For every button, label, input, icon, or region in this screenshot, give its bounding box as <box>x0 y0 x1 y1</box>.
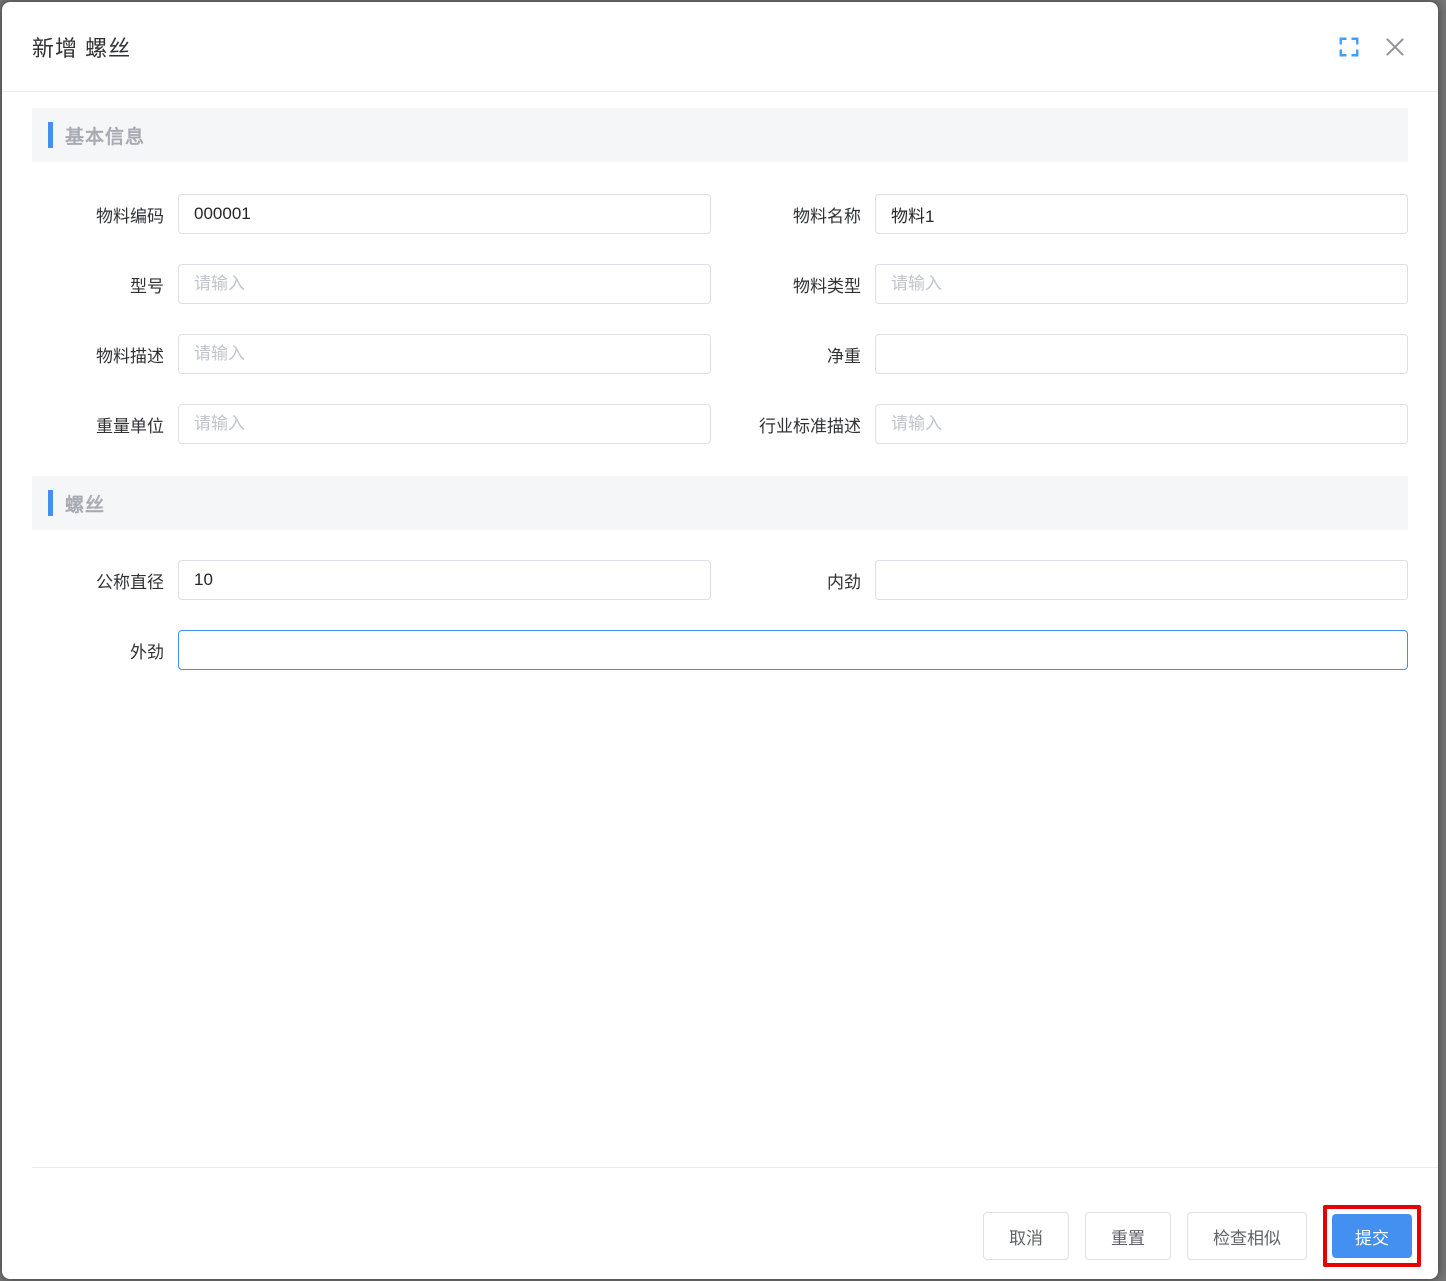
nominal-diameter-input[interactable] <box>178 560 711 600</box>
add-screw-dialog: 新增 螺丝 基本信息 物料编码 000001 物料名称 物料1 型号 请输入 物… <box>2 2 1438 1279</box>
form-item-inner-strength: 内劲 <box>729 560 1408 600</box>
reset-button[interactable]: 重置 <box>1085 1212 1171 1260</box>
form-item-industry-standard-desc: 行业标准描述 <box>729 404 1408 444</box>
header-actions <box>1338 34 1408 60</box>
form-item-net-weight: 净重 <box>729 334 1408 374</box>
outer-strength-input[interactable] <box>178 630 1408 670</box>
fullscreen-icon <box>1338 36 1360 58</box>
net-weight-input[interactable] <box>875 334 1408 374</box>
form-item-nominal-diameter: 公称直径 <box>32 560 711 600</box>
model-input[interactable] <box>178 264 711 304</box>
industry-standard-desc-label: 行业标准描述 <box>759 416 861 436</box>
fullscreen-button[interactable] <box>1338 36 1360 58</box>
form-item-model: 型号 <box>32 264 711 304</box>
form-item-material-name: 物料名称 <box>729 194 1408 234</box>
form-item-outer-strength: 外劲 <box>32 630 1408 670</box>
screw-form: 公称直径 内劲 外劲 <box>32 560 1408 670</box>
outer-strength-label: 外劲 <box>130 642 164 662</box>
dialog-footer: 取消 重置 检查相似 提交 <box>32 1167 1438 1279</box>
inner-strength-label: 内劲 <box>827 572 861 592</box>
submit-annotation-highlight: 提交 <box>1323 1205 1421 1267</box>
nominal-diameter-label: 公称直径 <box>96 572 164 592</box>
model-label: 型号 <box>130 276 164 296</box>
net-weight-label: 净重 <box>827 346 861 366</box>
material-type-label: 物料类型 <box>793 276 861 296</box>
section-screw: 螺丝 <box>32 476 1408 530</box>
material-desc-input[interactable] <box>178 334 711 374</box>
cancel-button[interactable]: 取消 <box>983 1212 1069 1260</box>
section-basic-info: 基本信息 <box>32 108 1408 162</box>
dialog-header: 新增 螺丝 <box>2 2 1438 92</box>
form-item-weight-unit: 重量单位 <box>32 404 711 444</box>
material-name-input[interactable] <box>875 194 1408 234</box>
submit-button[interactable]: 提交 <box>1332 1214 1412 1258</box>
weight-unit-input[interactable] <box>178 404 711 444</box>
form-item-material-code: 物料编码 <box>32 194 711 234</box>
material-desc-label: 物料描述 <box>96 346 164 366</box>
section-accent-bar <box>48 122 53 148</box>
material-code-input[interactable] <box>178 194 711 234</box>
close-icon <box>1382 34 1408 60</box>
form-item-material-type: 物料类型 <box>729 264 1408 304</box>
dialog-body: 基本信息 物料编码 物料名称 型号 物料类型 物料描述 <box>2 92 1438 1167</box>
close-button[interactable] <box>1382 34 1408 60</box>
material-name-label: 物料名称 <box>793 206 861 226</box>
material-type-input[interactable] <box>875 264 1408 304</box>
industry-standard-desc-input[interactable] <box>875 404 1408 444</box>
inner-strength-input[interactable] <box>875 560 1408 600</box>
basic-info-form: 物料编码 物料名称 型号 物料类型 物料描述 净重 <box>32 194 1408 444</box>
section-screw-title: 螺丝 <box>65 494 106 516</box>
weight-unit-label: 重量单位 <box>96 416 164 436</box>
material-code-label: 物料编码 <box>96 206 164 226</box>
form-item-material-desc: 物料描述 <box>32 334 711 374</box>
section-accent-bar <box>48 490 53 516</box>
check-similar-button[interactable]: 检查相似 <box>1187 1212 1307 1260</box>
section-basic-info-title: 基本信息 <box>65 126 146 148</box>
dialog-title: 新增 螺丝 <box>32 35 132 61</box>
